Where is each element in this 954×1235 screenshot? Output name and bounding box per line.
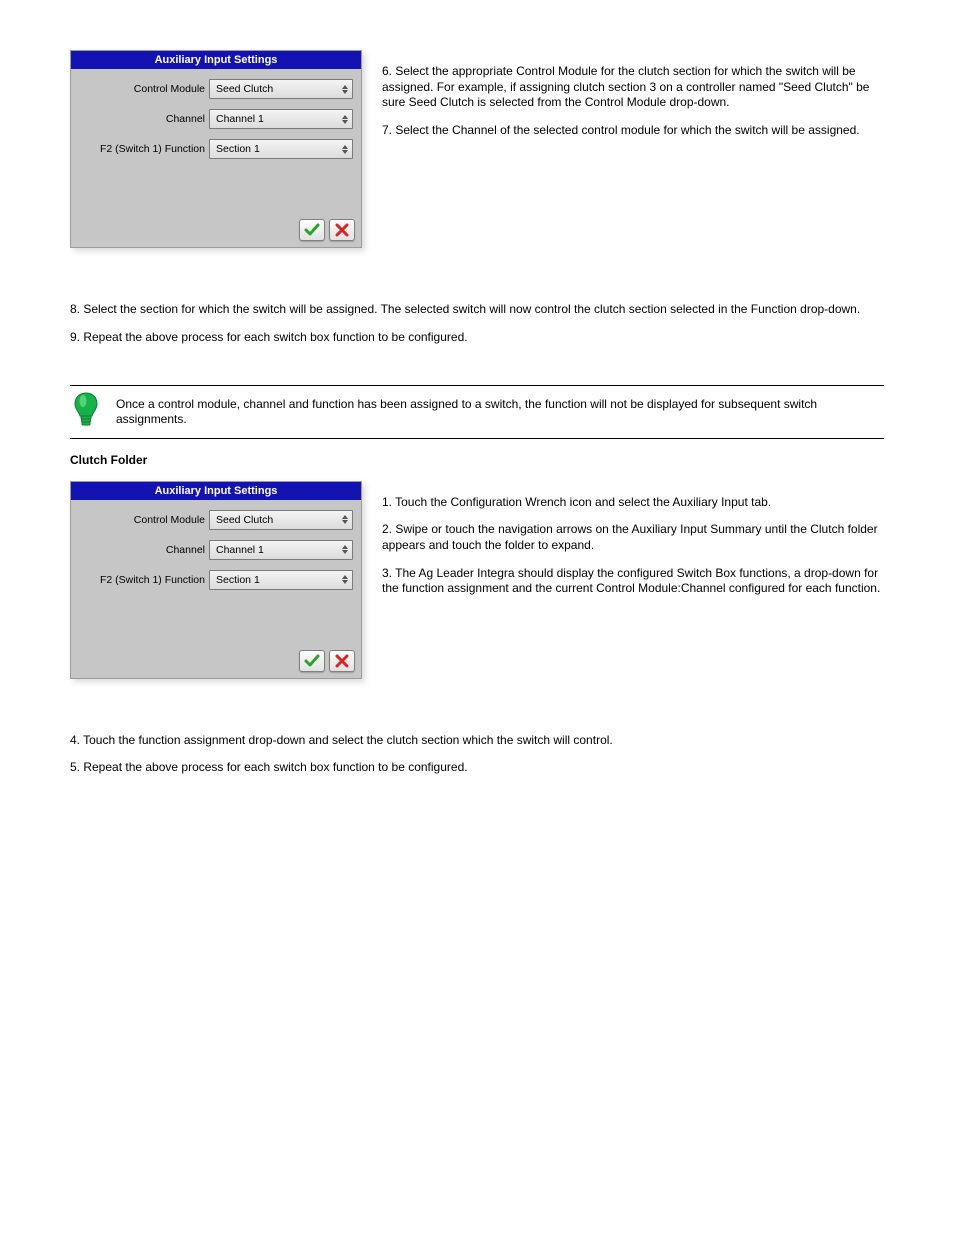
step-8: 8. Select the section for which the swit… xyxy=(70,302,884,318)
function-dropdown[interactable]: Section 1 xyxy=(209,139,353,159)
channel-value: Channel 1 xyxy=(216,113,264,125)
channel-label: Channel xyxy=(79,544,209,556)
control-module-dropdown[interactable]: Seed Clutch xyxy=(209,510,353,530)
dialog-title: Auxiliary Input Settings xyxy=(71,482,361,500)
channel-dropdown[interactable]: Channel 1 xyxy=(209,540,353,560)
step-7: 7. Select the Channel of the selected co… xyxy=(382,123,884,139)
function-value: Section 1 xyxy=(216,143,260,155)
check-icon xyxy=(304,654,320,668)
dropdown-arrows-icon xyxy=(340,572,350,588)
hint-row: Once a control module, channel and funct… xyxy=(70,386,884,438)
dropdown-arrows-icon xyxy=(340,512,350,528)
dialog-body: Control Module Seed Clutch Channel Chann… xyxy=(71,500,361,608)
dropdown-arrows-icon xyxy=(340,81,350,97)
hint-text: Once a control module, channel and funct… xyxy=(116,397,884,428)
ok-button[interactable] xyxy=(299,219,325,241)
dialog-title: Auxiliary Input Settings xyxy=(71,51,361,69)
control-module-label: Control Module xyxy=(79,514,209,526)
instruction-block-1: 6. Select the appropriate Control Module… xyxy=(382,50,884,150)
step-6: 6. Select the appropriate Control Module… xyxy=(382,64,884,111)
x-icon xyxy=(335,654,349,668)
aux-input-dialog-2: Auxiliary Input Settings Control Module … xyxy=(70,481,362,679)
cancel-button[interactable] xyxy=(329,219,355,241)
function-label: F2 (Switch 1) Function xyxy=(79,574,209,586)
cancel-button[interactable] xyxy=(329,650,355,672)
step-3: 3. The Ag Leader Integra should display … xyxy=(382,566,884,597)
channel-dropdown[interactable]: Channel 1 xyxy=(209,109,353,129)
step-5: 5. Repeat the above process for each swi… xyxy=(70,760,884,776)
instruction-block-2: 1. Touch the Configuration Wrench icon a… xyxy=(382,481,884,609)
dialog-body: Control Module Seed Clutch Channel Chann… xyxy=(71,69,361,177)
aux-input-dialog: Auxiliary Input Settings Control Module … xyxy=(70,50,362,248)
function-value: Section 1 xyxy=(216,574,260,586)
control-module-value: Seed Clutch xyxy=(216,83,273,95)
dropdown-arrows-icon xyxy=(340,542,350,558)
step-1: 1. Touch the Configuration Wrench icon a… xyxy=(382,495,884,511)
dropdown-arrows-icon xyxy=(340,111,350,127)
function-label: F2 (Switch 1) Function xyxy=(79,143,209,155)
dropdown-arrows-icon xyxy=(340,141,350,157)
step-2: 2. Swipe or touch the navigation arrows … xyxy=(382,522,884,553)
function-dropdown[interactable]: Section 1 xyxy=(209,570,353,590)
control-module-label: Control Module xyxy=(79,83,209,95)
clutch-folder-heading: Clutch Folder xyxy=(70,451,884,469)
step-4: 4. Touch the function assignment drop-do… xyxy=(70,733,884,749)
ok-button[interactable] xyxy=(299,650,325,672)
control-module-value: Seed Clutch xyxy=(216,514,273,526)
x-icon xyxy=(335,223,349,237)
channel-label: Channel xyxy=(79,113,209,125)
check-icon xyxy=(304,223,320,237)
divider xyxy=(70,438,884,439)
control-module-dropdown[interactable]: Seed Clutch xyxy=(209,79,353,99)
step-9: 9. Repeat the above process for each swi… xyxy=(70,330,884,346)
channel-value: Channel 1 xyxy=(216,544,264,556)
lightbulb-icon xyxy=(73,392,99,432)
